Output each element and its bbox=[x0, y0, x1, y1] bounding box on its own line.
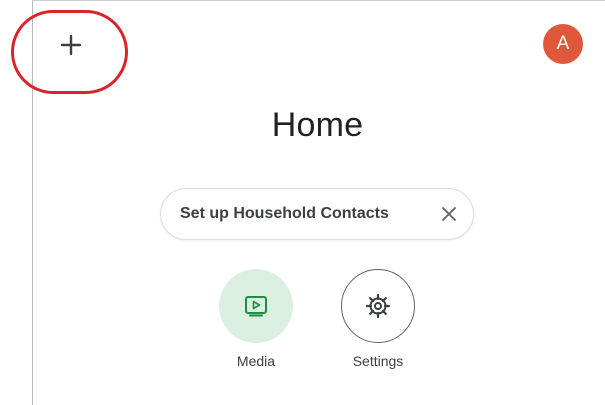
avatar-initial: A bbox=[556, 33, 570, 54]
close-icon bbox=[442, 207, 456, 221]
avatar[interactable]: A bbox=[543, 24, 583, 64]
play-icon bbox=[245, 296, 267, 317]
highlight-annotation bbox=[11, 10, 128, 94]
settings-button[interactable] bbox=[341, 269, 415, 343]
gear-icon bbox=[365, 293, 391, 319]
chip-label: Set up Household Contacts bbox=[180, 205, 389, 222]
media-action[interactable]: Media bbox=[206, 269, 306, 369]
media-label: Media bbox=[236, 353, 276, 369]
chip-dismiss-button[interactable] bbox=[439, 204, 459, 224]
settings-label: Settings bbox=[352, 353, 404, 369]
page-title: Home bbox=[271, 106, 364, 144]
media-button[interactable] bbox=[219, 269, 293, 343]
settings-action[interactable]: Settings bbox=[328, 269, 428, 369]
household-contacts-chip[interactable]: Set up Household Contacts bbox=[160, 188, 474, 240]
